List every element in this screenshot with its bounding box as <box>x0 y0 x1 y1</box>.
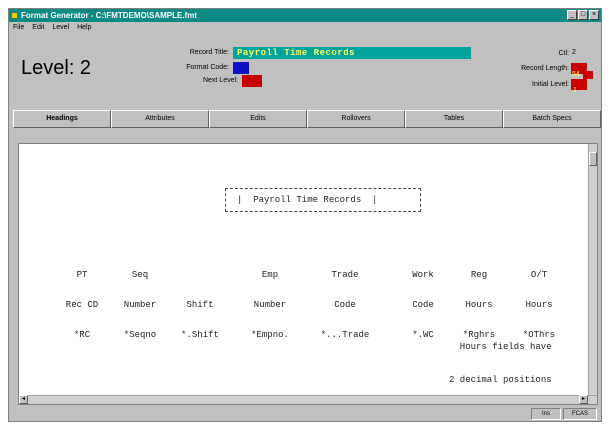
column-line2: Number <box>253 300 287 310</box>
column-emp-number: Emp Number *Empno. <box>241 250 299 360</box>
window-title: Format Generator - C:\FMTDEMO\SAMPLE.fmt <box>21 11 198 20</box>
menu-edit[interactable]: Edit <box>32 22 44 33</box>
menu-bar: File Edit Level Help <box>9 22 601 33</box>
tab-headings[interactable]: Headings <box>13 110 111 128</box>
format-code-input[interactable] <box>233 62 249 74</box>
column-line3: *.WC <box>412 330 434 340</box>
column-line1: Seq <box>131 270 149 280</box>
column-line2: Code <box>334 300 356 310</box>
scroll-right-icon[interactable]: ▸ <box>579 395 588 404</box>
record-length-flag <box>583 71 593 79</box>
column-line1: Reg <box>470 270 488 280</box>
column-line2: Shift <box>186 300 214 310</box>
format-code-label: Format Code: <box>186 64 229 71</box>
record-title-label: Record Title: <box>189 49 229 56</box>
tab-bar: Headings Attributes Edits Rollovers Tabl… <box>13 110 601 128</box>
column-line1 <box>169 270 231 280</box>
column-line3: *Empno. <box>251 330 289 340</box>
title-bar[interactable]: Format Generator - C:\FMTDEMO\SAMPLE.fmt… <box>9 9 601 22</box>
menu-help[interactable]: Help <box>77 22 91 33</box>
app-window: Format Generator - C:\FMTDEMO\SAMPLE.fmt… <box>8 8 602 422</box>
column-trade-code: Trade Code *...Trade <box>309 250 381 360</box>
scroll-thumb[interactable] <box>589 152 597 166</box>
column-line2: Rec CD <box>65 300 99 310</box>
note-line1: Hours fields have <box>459 342 552 352</box>
tab-tables[interactable]: Tables <box>405 110 503 128</box>
column-line2: Number <box>123 300 157 310</box>
note-line2: 2 decimal positions <box>449 375 552 385</box>
app-icon <box>11 12 18 19</box>
column-line1: O/T <box>530 270 548 280</box>
menu-file[interactable]: File <box>13 22 24 33</box>
initial-level-value: 1 <box>573 87 577 94</box>
close-button[interactable]: × <box>589 10 599 20</box>
column-line1: Emp <box>261 270 279 280</box>
next-level-label: Next Level: <box>202 77 238 84</box>
tab-batch-specs[interactable]: Batch Specs <box>503 110 601 128</box>
ctl-input[interactable]: 2 <box>572 49 576 56</box>
tab-rollovers[interactable]: Rollovers <box>307 110 405 128</box>
heading-editor[interactable]: | Payroll Time Records | PT Rec CD *RC S… <box>18 143 598 405</box>
column-work-code: Work Code *.WC <box>403 250 443 360</box>
column-line1: Work <box>412 270 434 280</box>
status-panel-ins: Ins <box>531 408 561 420</box>
tab-attributes[interactable]: Attributes <box>111 110 209 128</box>
column-rec-cd: PT Rec CD *RC <box>57 250 107 360</box>
record-title-input[interactable]: Payroll Time Records <box>233 47 471 59</box>
menu-level[interactable]: Level <box>52 22 69 33</box>
column-line2: Hours <box>525 300 553 310</box>
column-line3: *...Trade <box>320 330 370 340</box>
column-line3: *RC <box>73 330 91 340</box>
status-panel-fcas: FCAS <box>563 408 597 420</box>
title-box-text: | Payroll Time Records | <box>237 195 378 205</box>
ctl-label: Ctl: <box>558 50 570 57</box>
minimize-button[interactable]: _ <box>567 10 577 20</box>
initial-level-label: Initial Level: <box>532 81 569 88</box>
level-indicator: Level: 2 <box>21 57 92 79</box>
horizontal-scrollbar[interactable]: ◂ ▸ <box>19 395 597 404</box>
column-line1: PT <box>76 270 88 280</box>
maximize-button[interactable]: □ <box>578 10 588 20</box>
record-length-value: 54 <box>572 71 580 78</box>
column-line3: *.Shift <box>181 330 219 340</box>
record-length-label: Record Length: <box>521 65 569 72</box>
next-level-input[interactable] <box>242 75 262 87</box>
column-seq-number: Seq Number *Seqno <box>111 250 169 360</box>
column-line3: *Seqno <box>123 330 157 340</box>
vertical-scrollbar[interactable] <box>588 144 597 404</box>
column-line2: Hours <box>465 300 493 310</box>
tab-edits[interactable]: Edits <box>209 110 307 128</box>
scroll-left-icon[interactable]: ◂ <box>19 395 28 404</box>
column-shift: Shift *.Shift <box>169 250 231 360</box>
initial-level-input[interactable]: 1 <box>571 79 587 94</box>
column-line2: Code <box>412 300 434 310</box>
status-bar: Ins FCAS <box>9 407 601 421</box>
column-line1: Trade <box>331 270 359 280</box>
decimal-note: Hours fields have 2 decimal positions <box>449 320 552 404</box>
